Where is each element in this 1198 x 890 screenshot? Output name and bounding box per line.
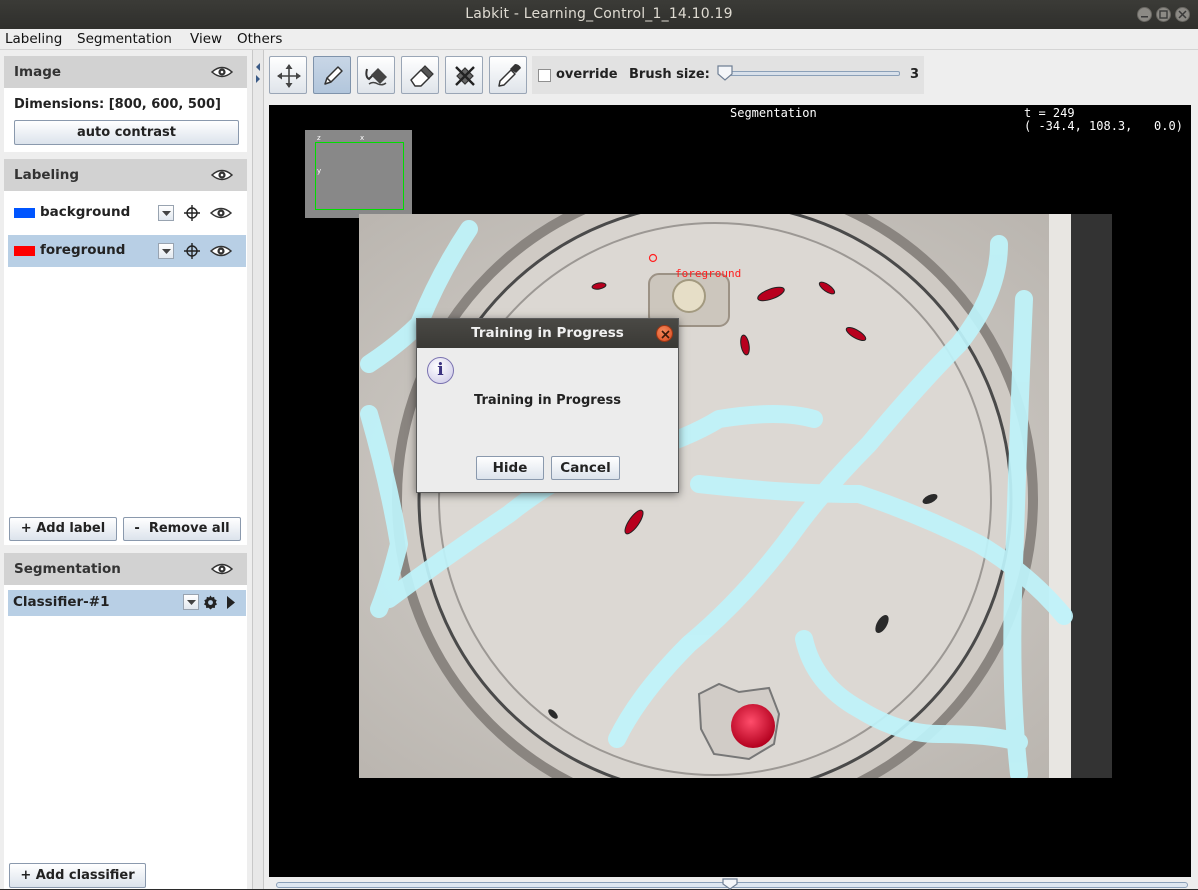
minimap-viewport-rect <box>315 142 404 210</box>
brush-size-label: Brush size: <box>629 67 710 82</box>
labeling-panel-title: Labeling <box>14 167 80 183</box>
viewer-overlay-title: Segmentation <box>730 106 817 120</box>
close-icon <box>660 329 670 339</box>
coordinate-readout: ( -34.4, 108.3, 0.0) <box>1024 119 1183 133</box>
gear-icon[interactable] <box>203 595 218 610</box>
segmentation-panel: Segmentation Classifier-#1 + Add classif… <box>4 553 247 889</box>
menu-view[interactable]: View <box>190 31 222 47</box>
override-label: override <box>556 67 618 82</box>
eye-icon[interactable] <box>210 244 232 258</box>
image-panel-title: Image <box>14 64 62 80</box>
eyedropper-icon <box>498 64 521 87</box>
move-icon <box>277 64 301 88</box>
chevron-down-icon <box>162 211 171 216</box>
label-row-foreground[interactable]: foreground <box>8 235 246 267</box>
window-titlebar: Labkit - Learning_Control_1_14.10.19 <box>0 0 1198 29</box>
flood-erase-icon <box>455 66 475 86</box>
maximize-button[interactable] <box>1156 7 1171 22</box>
dialog-message: Training in Progress <box>474 393 621 408</box>
chevron-down-icon <box>162 249 171 254</box>
flood-fill-tool-button[interactable] <box>357 56 395 94</box>
image-panel-header: Image <box>4 56 247 88</box>
crosshair-icon[interactable] <box>184 205 200 221</box>
image-panel: Image Dimensions: [800, 600, 500] auto c… <box>4 56 247 152</box>
plus-icon: + <box>20 521 37 536</box>
menu-labeling[interactable]: Labeling <box>5 31 62 47</box>
minimize-button[interactable] <box>1137 7 1152 22</box>
minimap-z-label: z <box>317 134 321 142</box>
eye-icon[interactable] <box>211 65 233 79</box>
close-icon <box>1178 10 1187 19</box>
pencil-icon <box>324 66 343 85</box>
paint-bucket-icon <box>365 68 387 86</box>
remove-all-button[interactable]: - Remove all <box>123 517 241 541</box>
time-slider-thumb[interactable] <box>722 878 738 890</box>
classifier-name: Classifier-#1 <box>13 594 110 610</box>
image-dimensions: Dimensions: [800, 600, 500] <box>14 97 221 112</box>
classifier-row[interactable]: Classifier-#1 <box>8 590 246 616</box>
cancel-button[interactable]: Cancel <box>551 456 620 480</box>
play-icon[interactable] <box>226 596 236 609</box>
menubar: Labeling Segmentation View Others <box>0 29 1198 50</box>
label-menu-dropdown[interactable] <box>158 243 174 259</box>
labeling-panel-header: Labeling <box>4 159 247 191</box>
auto-contrast-button[interactable]: auto contrast <box>14 120 239 145</box>
panel-splitter[interactable] <box>252 50 264 889</box>
chevron-down-icon <box>187 600 196 605</box>
label-menu-dropdown[interactable] <box>158 205 174 221</box>
time-readout: t = 249 <box>1024 106 1075 120</box>
slider-thumb[interactable] <box>717 65 733 81</box>
video-frame-image <box>359 214 1112 778</box>
hide-button[interactable]: Hide <box>476 456 544 480</box>
add-label-button[interactable]: + Add label <box>9 517 117 541</box>
eye-icon[interactable] <box>211 562 233 576</box>
image-viewer[interactable]: Segmentation t = 249 ( -34.4, 108.3, 0.0… <box>269 105 1191 877</box>
minimap-x-label: x <box>360 134 365 142</box>
maximize-icon <box>1159 10 1168 19</box>
dialog-title: Training in Progress <box>417 319 678 348</box>
eye-icon[interactable] <box>211 168 233 182</box>
label-name: background <box>40 204 131 220</box>
brush-size-value: 3 <box>910 67 920 82</box>
color-swatch[interactable] <box>14 246 35 256</box>
labeling-panel: Labeling background foreground + Add lab… <box>4 159 247 545</box>
label-row-background[interactable]: background <box>8 197 246 229</box>
close-window-button[interactable] <box>1175 7 1190 22</box>
pencil-tool-button[interactable] <box>313 56 351 94</box>
eraser-icon <box>410 65 434 87</box>
flood-erase-tool-button[interactable] <box>445 56 483 94</box>
segmentation-panel-header: Segmentation <box>4 553 247 585</box>
menu-segmentation[interactable]: Segmentation <box>77 31 172 47</box>
plus-icon: + <box>20 868 36 883</box>
eye-icon[interactable] <box>210 206 232 220</box>
eraser-tool-button[interactable] <box>401 56 439 94</box>
training-dialog: Training in Progress i Training in Progr… <box>416 318 679 493</box>
tool-options-bar: override Brush size: 3 <box>532 56 924 94</box>
cursor-label-text: foreground <box>675 267 742 280</box>
minus-icon: - <box>134 521 149 536</box>
toolbar: override Brush size: 3 <box>264 50 1198 102</box>
left-panel: Image Dimensions: [800, 600, 500] auto c… <box>0 50 252 889</box>
minimize-icon <box>1141 16 1148 18</box>
add-classifier-button[interactable]: + Add classifier <box>9 863 146 888</box>
color-picker-tool-button[interactable] <box>489 56 527 94</box>
crosshair-icon[interactable] <box>184 243 200 259</box>
brush-size-slider[interactable] <box>720 71 900 76</box>
main-area: override Brush size: 3 Segmentation t = … <box>264 50 1198 890</box>
window-title: Labkit - Learning_Control_1_14.10.19 <box>465 6 733 22</box>
color-swatch[interactable] <box>14 208 35 218</box>
move-tool-button[interactable] <box>269 56 307 94</box>
menu-others[interactable]: Others <box>237 31 282 47</box>
dialog-close-button[interactable] <box>656 325 673 342</box>
navigation-minimap[interactable]: z x y <box>305 130 412 218</box>
override-checkbox[interactable] <box>538 69 551 82</box>
info-icon: i <box>427 357 454 384</box>
segmentation-panel-title: Segmentation <box>14 561 121 577</box>
classifier-menu-dropdown[interactable] <box>183 594 199 610</box>
collapse-arrows-icon[interactable] <box>255 63 261 85</box>
label-name: foreground <box>40 242 126 258</box>
